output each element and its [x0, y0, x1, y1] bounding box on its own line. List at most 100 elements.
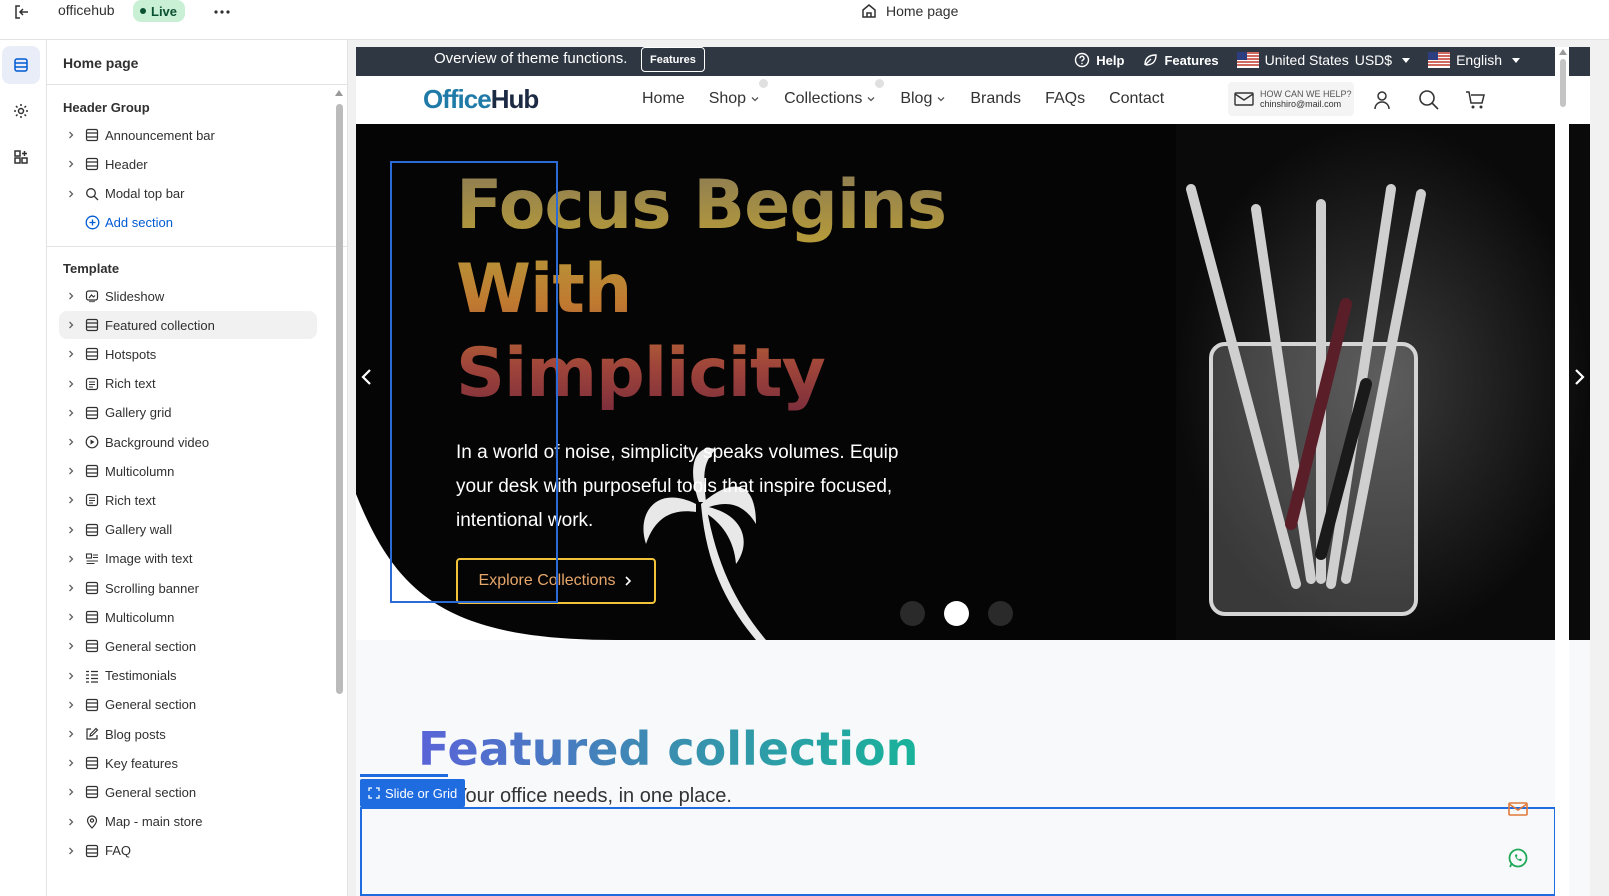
sidebar-scrollbar[interactable]: [335, 90, 343, 896]
slide-dot[interactable]: [988, 601, 1013, 626]
chevron-right-icon[interactable]: [62, 612, 80, 622]
page-title: Home page: [886, 3, 959, 19]
help-link[interactable]: Help: [1074, 52, 1124, 68]
sidebar-item-gallery-grid[interactable]: Gallery grid: [59, 399, 317, 427]
sidebar-item-general-section[interactable]: General section: [59, 632, 317, 660]
chevron-down-icon: [750, 95, 760, 103]
sidebar-item-gallery-wall[interactable]: Gallery wall: [59, 516, 317, 544]
chevron-right-icon[interactable]: [62, 641, 80, 651]
header-group-title: Header Group: [63, 100, 150, 115]
chevron-right-icon[interactable]: [62, 437, 80, 447]
sidebar-item-label: Rich text: [105, 376, 156, 392]
sidebar-item-multicolumn[interactable]: Multicolumn: [59, 457, 317, 485]
preview-scrollbar[interactable]: [1555, 47, 1569, 896]
sidebar-item-rich-text[interactable]: Rich text: [59, 370, 317, 398]
sidebar-item-rich-text[interactable]: Rich text: [59, 486, 317, 514]
sidebar-item-blog-posts[interactable]: Blog posts: [59, 720, 317, 748]
home-icon: [860, 2, 878, 20]
nav-brands[interactable]: Brands: [970, 90, 1021, 108]
chevron-right-icon[interactable]: [62, 466, 80, 476]
chevron-right-icon[interactable]: [62, 159, 80, 169]
chevron-right-icon[interactable]: [62, 495, 80, 505]
sidebar-item-general-section[interactable]: General section: [59, 691, 317, 719]
nav-blog[interactable]: Blog: [900, 90, 946, 108]
sidebar-item-header[interactable]: Header: [59, 150, 317, 178]
chevron-right-icon[interactable]: [62, 846, 80, 856]
sidebar-item-slideshow[interactable]: Slideshow: [59, 282, 317, 310]
chevron-right-icon[interactable]: [62, 525, 80, 535]
sections-icon[interactable]: [2, 46, 40, 84]
slide-dot[interactable]: [944, 601, 969, 626]
sidebar-item-map-main-store[interactable]: Map - main store: [59, 808, 317, 836]
chevron-down-icon: [866, 95, 876, 103]
slide-or-grid-block[interactable]: [360, 807, 1556, 896]
section-icon: [82, 785, 102, 799]
sidebar-item-faq[interactable]: FAQ: [59, 837, 317, 865]
sidebar-item-modal-top-bar[interactable]: Modal top bar: [59, 180, 317, 208]
chevron-right-icon[interactable]: [62, 583, 80, 593]
sidebar-item-general-section[interactable]: General section: [59, 778, 317, 806]
cart-icon[interactable]: [1464, 89, 1486, 111]
account-icon[interactable]: [1371, 89, 1393, 111]
add-section-button[interactable]: Add section: [59, 209, 317, 237]
chevron-right-icon[interactable]: [62, 729, 80, 739]
whatsapp-icon[interactable]: [1507, 847, 1529, 869]
officehub-logo[interactable]: OfficeHub: [423, 84, 539, 115]
slide-prev-arrow-icon[interactable]: [360, 367, 374, 387]
language-selector[interactable]: English: [1428, 52, 1520, 68]
sidebar-item-label: Multicolumn: [105, 609, 175, 625]
text-icon: [82, 377, 102, 391]
chevron-right-icon[interactable]: [62, 379, 80, 389]
chevron-right-icon[interactable]: [62, 291, 80, 301]
image-text-icon: [82, 552, 102, 566]
sidebar-item-testimonials[interactable]: Testimonials: [59, 662, 317, 690]
nav-home[interactable]: Home: [642, 90, 685, 108]
chevron-right-icon[interactable]: [62, 320, 80, 330]
sidebar-item-featured-collection[interactable]: Featured collection: [59, 311, 317, 340]
apps-icon[interactable]: [2, 138, 40, 176]
exit-icon[interactable]: [12, 2, 32, 22]
help-contact-box[interactable]: HOW CAN WE HELP? chinshiro@mail.com: [1228, 82, 1354, 116]
chevron-right-icon[interactable]: [62, 758, 80, 768]
nav-faqs[interactable]: FAQs: [1045, 90, 1085, 108]
text-icon: [82, 493, 102, 507]
sidebar-item-background-video[interactable]: Background video: [59, 428, 317, 456]
more-actions-icon[interactable]: [212, 2, 232, 22]
slide-dot[interactable]: [900, 601, 925, 626]
nav-contact[interactable]: Contact: [1109, 90, 1164, 108]
help-box-title: HOW CAN WE HELP?: [1260, 89, 1352, 99]
chevron-right-icon[interactable]: [62, 189, 80, 199]
features-link[interactable]: Features: [1142, 52, 1219, 68]
sidebar-item-multicolumn[interactable]: Multicolumn: [59, 603, 317, 631]
nav-collections[interactable]: Collections: [784, 79, 885, 108]
country-currency-selector[interactable]: United States USD$: [1236, 52, 1411, 68]
settings-gear-icon[interactable]: [2, 92, 40, 130]
section-icon: [82, 464, 102, 478]
chevron-right-icon[interactable]: [62, 787, 80, 797]
sidebar-item-label: General section: [105, 638, 197, 654]
announcement-features-button[interactable]: Features: [641, 47, 705, 72]
sidebar-item-image-with-text[interactable]: Image with text: [59, 545, 317, 573]
chevron-right-icon[interactable]: [62, 554, 80, 564]
chevron-right-icon[interactable]: [62, 817, 80, 827]
nav-shop[interactable]: Shop: [709, 79, 769, 108]
sidebar-item-hotspots[interactable]: Hotspots: [59, 340, 317, 368]
slide-next-arrow-icon[interactable]: [1572, 367, 1586, 387]
chevron-right-icon[interactable]: [62, 700, 80, 710]
page-selector[interactable]: Home page: [860, 2, 958, 20]
section-icon: [82, 844, 102, 858]
sidebar-item-announcement-bar[interactable]: Announcement bar: [59, 121, 317, 149]
section-icon: [82, 406, 102, 420]
chevron-right-icon[interactable]: [62, 671, 80, 681]
store-name[interactable]: officehub: [58, 2, 115, 18]
search-icon[interactable]: [1418, 89, 1440, 111]
sidebar-item-scrolling-banner[interactable]: Scrolling banner: [59, 574, 317, 602]
chevron-right-icon[interactable]: [62, 130, 80, 140]
slideshow-icon: [82, 289, 102, 303]
email-float-icon[interactable]: [1507, 798, 1529, 820]
chevron-right-icon[interactable]: [62, 408, 80, 418]
block-selection-outline: [390, 161, 558, 603]
chevron-right-icon[interactable]: [62, 349, 80, 359]
sidebar-item-key-features[interactable]: Key features: [59, 749, 317, 777]
slide-or-grid-tag[interactable]: Slide or Grid: [360, 774, 466, 807]
